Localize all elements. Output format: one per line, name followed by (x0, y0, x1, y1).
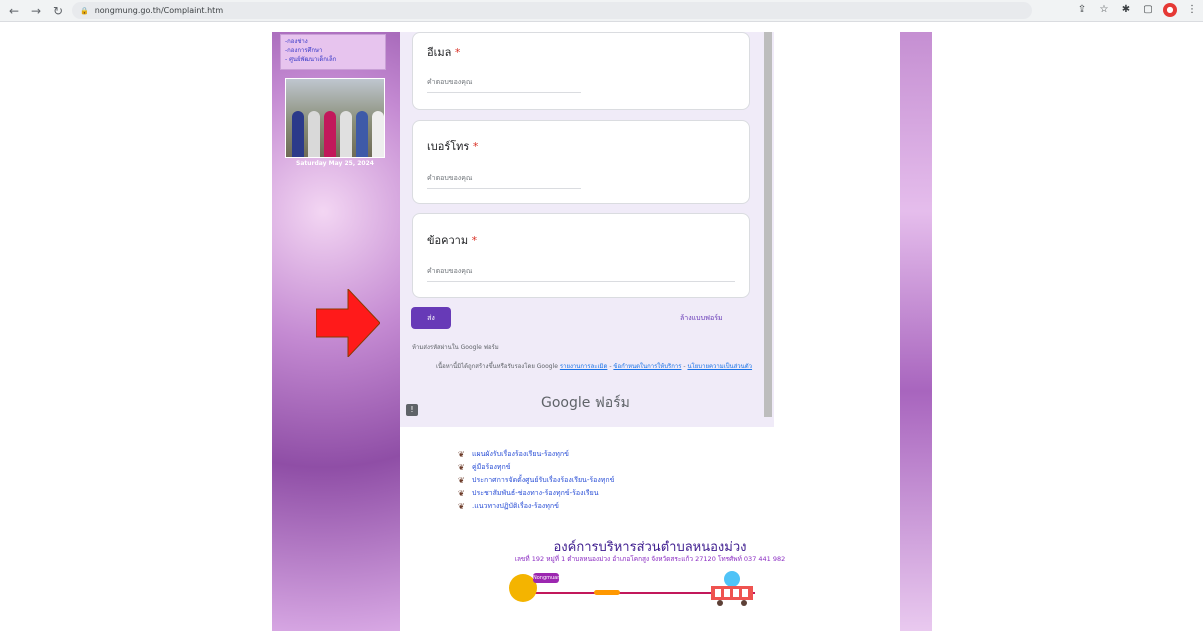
list-item[interactable]: ❦ แผนผังรับเรื่องร้องเรียน-ร้องทุกข์ (458, 448, 614, 461)
mascot-tag: Nongmuang (533, 573, 564, 583)
link-text[interactable]: ประกาศการจัดตั้งศูนย์รับเรื่องร้องเรียน-… (472, 475, 614, 486)
sidebar-nav-box: -กองช่าง -กองการศึกษา - ศูนย์พัฒนาเด็กเล… (280, 34, 386, 70)
link-text[interactable]: .แนวทางปฏิบัติเรื่อง-ร้องทุกข์ (472, 501, 559, 512)
clear-form-button[interactable]: ล้างแบบฟอร์ม (680, 313, 723, 324)
browser-toolbar: ← → ↻ 🔒 nongmung.go.th/Complaint.htm ⇪ ☆… (0, 0, 1203, 22)
question-card-email: อีเมล * คำตอบของคุณ (412, 32, 750, 110)
form-scrollbar[interactable] (764, 32, 772, 417)
photo-person (356, 111, 368, 157)
sidebar-panel-icon[interactable]: ▢ (1141, 3, 1155, 17)
sidebar-link-education[interactable]: -กองการศึกษา (285, 46, 381, 55)
list-item[interactable]: ❦ ประชาสัมพันธ์-ช่องทาง-ร้องทุกข์-ร้องเร… (458, 487, 614, 500)
train-cart-icon (711, 571, 753, 606)
forward-arrow-icon[interactable]: → (28, 3, 44, 19)
lock-icon[interactable]: 🔒 (80, 7, 89, 15)
question-label: เบอร์โทร * (427, 140, 479, 153)
profile-avatar-icon[interactable]: ● (1163, 3, 1177, 17)
footer-ornament-bar (594, 590, 620, 595)
list-item[interactable]: ❦ คู่มือร้องทุกข์ (458, 461, 614, 474)
photo-person (292, 111, 304, 157)
right-decorative-strip (900, 32, 932, 631)
bullet-icon: ❦ (458, 489, 465, 498)
link-text[interactable]: แผนผังรับเรื่องร้องเรียน-ร้องทุกข์ (472, 449, 569, 460)
extensions-icon[interactable]: ✱ (1119, 3, 1133, 17)
google-forms-logo: Google ฟอร์ม (541, 395, 630, 411)
sidebar-link-childcenter[interactable]: - ศูนย์พัฒนาเด็กเล็ก (285, 55, 381, 64)
question-label: ข้อความ * (427, 234, 478, 247)
password-warning: ห้ามส่งรหัสผ่านใน Google ฟอร์ม (412, 344, 499, 351)
reload-icon[interactable]: ↻ (50, 3, 66, 19)
disclaimer-text: เนื้อหานี้มิได้ถูกสร้างขึ้นหรือรับรองโดย… (435, 363, 558, 370)
report-feedback-icon[interactable]: ! (406, 404, 418, 416)
red-arrow-icon (316, 289, 380, 357)
question-card-message: ข้อความ * คำตอบของคุณ (412, 213, 750, 298)
organization-address: เลขที่ 192 หมู่ที่ 1 ตำบลหนองม่วง อำเภอโ… (514, 555, 786, 563)
bullet-icon: ❦ (458, 450, 465, 459)
form-disclaimer: เนื้อหานี้มิได้ถูกสร้างขึ้นหรือรับรองโดย… (435, 363, 753, 370)
back-arrow-icon[interactable]: ← (6, 3, 22, 19)
list-item[interactable]: ❦ .แนวทางปฏิบัติเรื่อง-ร้องทุกข์ (458, 500, 614, 513)
menu-kebab-icon[interactable]: ⋮ (1185, 3, 1199, 17)
photo-person (372, 111, 384, 157)
address-text: nongmung.go.th/Complaint.htm (94, 6, 224, 15)
privacy-link[interactable]: นโยบายความเป็นส่วนตัว (687, 363, 752, 370)
terms-link[interactable]: ข้อกำหนดในการให้บริการ (613, 363, 681, 370)
submit-button[interactable]: ส่ง (411, 307, 451, 329)
bullet-icon: ❦ (458, 476, 465, 485)
email-field[interactable]: คำตอบของคุณ (427, 77, 581, 93)
report-abuse-link[interactable]: รายงานการละเมิด (560, 363, 608, 370)
message-field[interactable]: คำตอบของคุณ (427, 266, 735, 282)
photo-person (340, 111, 352, 157)
group-photo (285, 78, 385, 158)
bullet-icon: ❦ (458, 502, 465, 511)
browser-actions: ⇪ ☆ ✱ ▢ ● ⋮ (1075, 3, 1199, 17)
question-card-phone: เบอร์โทร * คำตอบของคุณ (412, 120, 750, 204)
bookmark-star-icon[interactable]: ☆ (1097, 3, 1111, 17)
address-bar[interactable]: 🔒 nongmung.go.th/Complaint.htm (72, 2, 1032, 19)
share-icon[interactable]: ⇪ (1075, 3, 1089, 17)
complaint-links-list: ❦ แผนผังรับเรื่องร้องเรียน-ร้องทุกข์ ❦ ค… (458, 448, 614, 513)
photo-person (308, 111, 320, 157)
date-caption: Saturday May 25, 2024 (296, 160, 374, 167)
link-text[interactable]: คู่มือร้องทุกข์ (472, 462, 511, 473)
phone-field[interactable]: คำตอบของคุณ (427, 173, 581, 189)
photo-person (324, 111, 336, 157)
list-item[interactable]: ❦ ประกาศการจัดตั้งศูนย์รับเรื่องร้องเรีย… (458, 474, 614, 487)
question-label: อีเมล * (427, 46, 461, 59)
sidebar-link-construction[interactable]: -กองช่าง (285, 37, 381, 46)
link-text[interactable]: ประชาสัมพันธ์-ช่องทาง-ร้องทุกข์-ร้องเรีย… (472, 488, 599, 499)
bullet-icon: ❦ (458, 463, 465, 472)
